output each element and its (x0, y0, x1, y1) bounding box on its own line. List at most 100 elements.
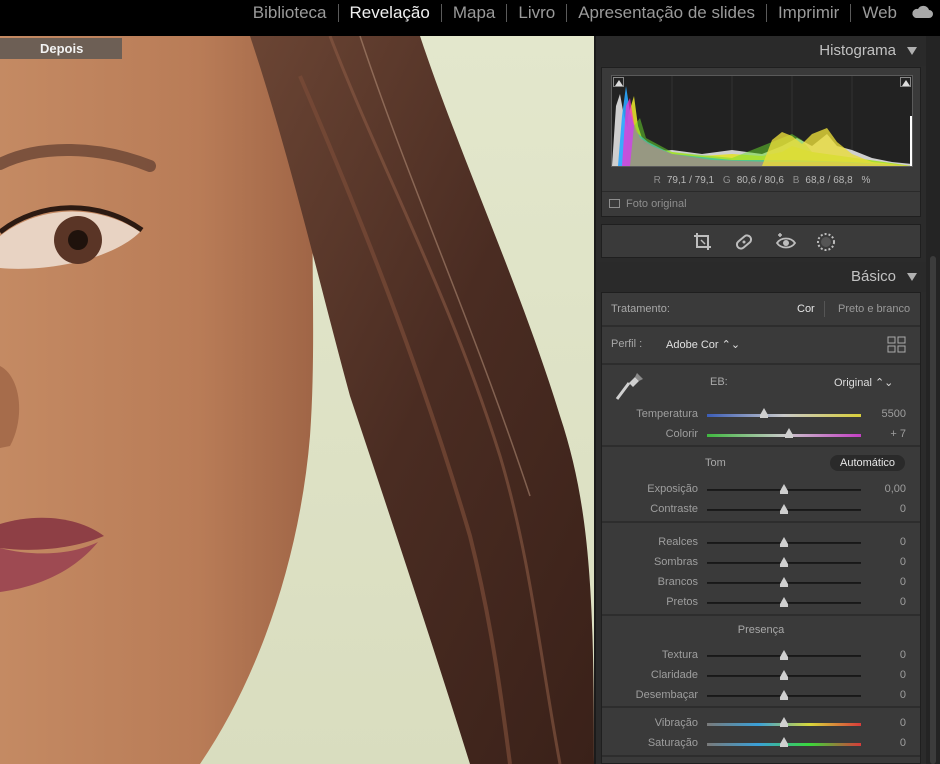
profile-browser-icon[interactable] (887, 336, 907, 354)
colorir-track[interactable] (707, 428, 861, 438)
desembacar-value[interactable]: 0 (856, 689, 906, 701)
g-value: 80,6 / 80,6 (736, 175, 784, 186)
saturacao-label: Saturação (647, 737, 698, 749)
exposicao-value[interactable]: 0,00 (856, 483, 906, 495)
colorir-value[interactable]: + 7 (856, 428, 906, 440)
brancos-track[interactable] (707, 577, 861, 587)
blacks-slider[interactable]: Pretos 0 (602, 596, 920, 610)
module-mapa[interactable]: Mapa (440, 4, 507, 22)
collapse-triangle-icon[interactable] (907, 47, 917, 55)
vibracao-label: Vibração (654, 717, 698, 729)
textura-value[interactable]: 0 (856, 649, 906, 661)
histogram-header[interactable]: Histograma (596, 36, 926, 66)
contraste-label: Contraste (650, 503, 698, 515)
treatment-color-option[interactable]: Cor (797, 303, 815, 315)
colorir-label: Colorir (665, 428, 698, 440)
module-web[interactable]: Web (850, 4, 908, 22)
shadows-slider[interactable]: Sombras 0 (602, 556, 920, 570)
original-photo-checkbox[interactable] (609, 199, 620, 208)
sombras-handle[interactable] (780, 557, 788, 567)
realces-handle[interactable] (780, 537, 788, 547)
sombras-value[interactable]: 0 (856, 556, 906, 568)
temperatura-label: Temperatura (636, 408, 698, 420)
basic-header[interactable]: Básico (596, 262, 926, 292)
exposicao-handle[interactable] (780, 484, 788, 494)
auto-button[interactable]: Automático (830, 455, 906, 471)
dehaze-slider[interactable]: Desembaçar 0 (602, 689, 920, 703)
highlight-clipping-toggle[interactable] (900, 77, 911, 87)
brancos-handle[interactable] (780, 577, 788, 587)
textura-label: Textura (661, 649, 698, 661)
pretos-value[interactable]: 0 (856, 596, 906, 608)
module-revelacao[interactable]: Revelação (337, 4, 441, 22)
claridade-track[interactable] (707, 670, 861, 680)
sombras-track[interactable] (707, 557, 861, 567)
claridade-handle[interactable] (780, 670, 788, 680)
cloud-sync-icon[interactable] (910, 4, 934, 20)
treatment-bw-option[interactable]: Preto e branco (838, 303, 910, 315)
divider (602, 363, 920, 365)
temperatura-track[interactable] (707, 408, 861, 418)
realces-track[interactable] (707, 537, 861, 547)
vibracao-track[interactable] (707, 717, 861, 727)
pretos-track[interactable] (707, 597, 861, 607)
healing-icon[interactable] (733, 231, 755, 253)
temperatura-handle[interactable] (759, 408, 768, 418)
whites-slider[interactable]: Brancos 0 (602, 576, 920, 590)
module-apresentacao[interactable]: Apresentação de slides (566, 4, 766, 22)
tool-strip (601, 224, 921, 258)
saturacao-value[interactable]: 0 (856, 737, 906, 749)
vibracao-handle[interactable] (780, 717, 788, 727)
tone-label: Tom (705, 457, 726, 469)
clip-highlight-icon (902, 80, 910, 86)
textura-handle[interactable] (780, 650, 788, 660)
desembacar-handle[interactable] (780, 690, 788, 700)
basic-panel: Tratamento: Cor Preto e branco Perfil : … (601, 292, 921, 764)
vibracao-value[interactable]: 0 (856, 717, 906, 729)
profile-dropdown[interactable]: Adobe Cor ⌃⌄ (666, 338, 740, 351)
tint-slider[interactable]: Colorir + 7 (602, 428, 920, 442)
contraste-track[interactable] (707, 504, 861, 514)
saturacao-handle[interactable] (780, 737, 788, 747)
red-eye-icon[interactable] (775, 231, 797, 253)
textura-track[interactable] (707, 650, 861, 660)
contraste-value[interactable]: 0 (856, 503, 906, 515)
claridade-value[interactable]: 0 (856, 669, 906, 681)
b-value: 68,8 / 68,8 (805, 175, 853, 186)
module-imprimir[interactable]: Imprimir (765, 4, 850, 22)
colorir-handle[interactable] (784, 428, 793, 438)
scrollbar-thumb[interactable] (930, 256, 936, 764)
basic-title: Básico (850, 268, 896, 285)
photo-canvas[interactable]: Depois (0, 36, 594, 764)
tone-row: Tom Automático (602, 455, 920, 473)
exposicao-track[interactable] (707, 484, 861, 494)
pretos-label: Pretos (666, 596, 698, 608)
panel-scrollbar[interactable] (926, 36, 940, 764)
pretos-handle[interactable] (780, 597, 788, 607)
module-biblioteca[interactable]: Biblioteca (242, 4, 338, 22)
rgb-readout: R 79,1 / 79,1 G 80,6 / 80,6 B 68,8 / 68,8 % (602, 175, 922, 186)
saturacao-track[interactable] (707, 737, 861, 747)
shadow-clipping-toggle[interactable] (613, 77, 624, 87)
clarity-slider[interactable]: Claridade 0 (602, 669, 920, 683)
desembacar-track[interactable] (707, 690, 861, 700)
highlights-slider[interactable]: Realces 0 (602, 536, 920, 550)
realces-value[interactable]: 0 (856, 536, 906, 548)
vibrance-slider[interactable]: Vibração 0 (602, 717, 920, 731)
collapse-triangle-icon[interactable] (907, 273, 917, 281)
exposure-slider[interactable]: Exposição 0,00 (602, 483, 920, 497)
temperatura-value[interactable]: 5500 (856, 408, 906, 420)
brancos-value[interactable]: 0 (856, 576, 906, 588)
wb-dropdown[interactable]: Original ⌃⌄ (834, 376, 893, 389)
original-photo-toggle[interactable]: Foto original (609, 198, 687, 210)
crop-icon[interactable] (692, 231, 714, 253)
saturation-slider[interactable]: Saturação 0 (602, 737, 920, 751)
masking-icon[interactable] (815, 231, 837, 253)
divider (602, 706, 920, 708)
contraste-handle[interactable] (780, 504, 788, 514)
module-livro[interactable]: Livro (506, 4, 566, 22)
contrast-slider[interactable]: Contraste 0 (602, 503, 920, 517)
histogram-graph[interactable] (611, 75, 913, 167)
temperature-slider[interactable]: Temperatura 5500 (602, 408, 920, 422)
texture-slider[interactable]: Textura 0 (602, 649, 920, 663)
